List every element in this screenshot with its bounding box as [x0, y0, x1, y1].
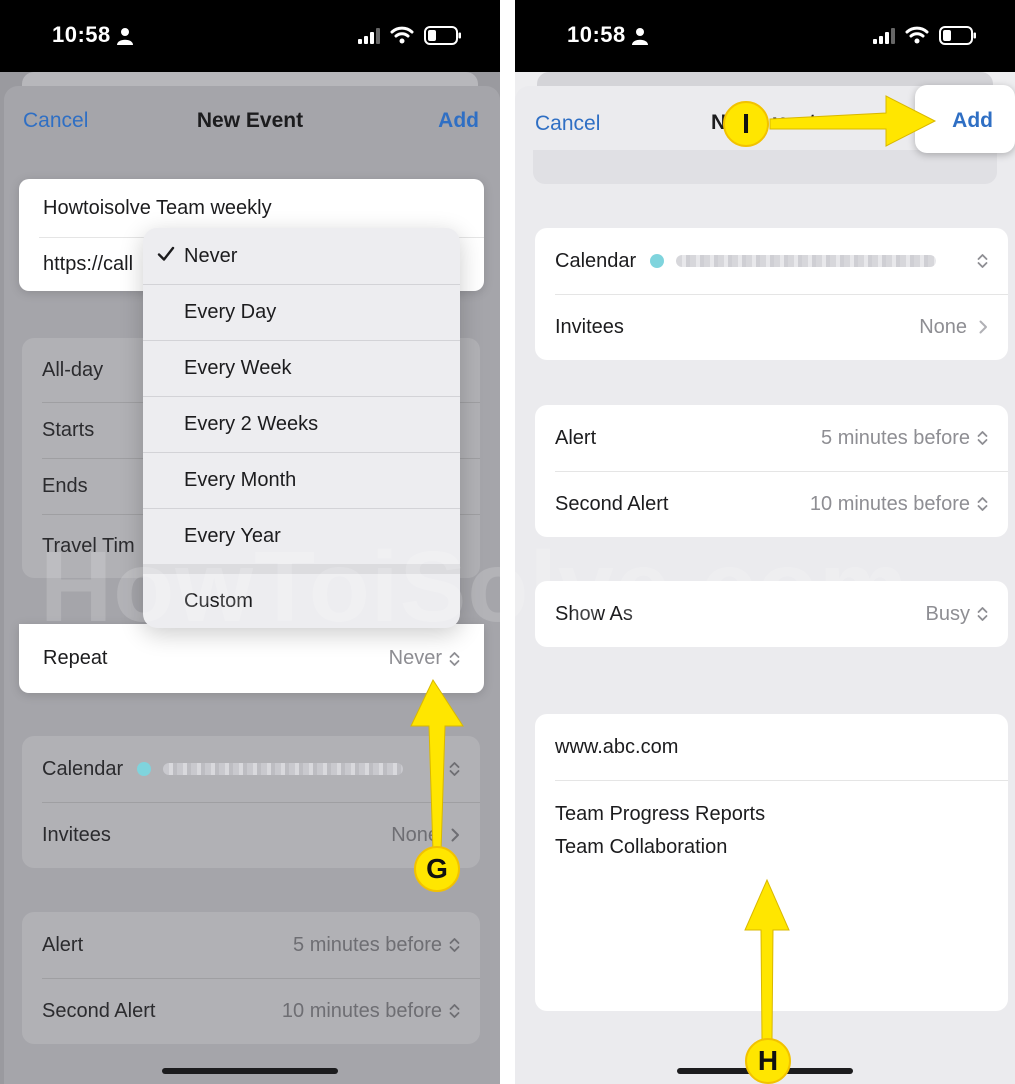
repeat-value: Never — [388, 647, 442, 669]
wifi-icon — [905, 26, 929, 44]
chevron-up-down-icon — [449, 1004, 460, 1018]
repeat-option-every-2-weeks[interactable]: Every 2 Weeks — [143, 396, 460, 452]
repeat-option-every-month[interactable]: Every Month — [143, 452, 460, 508]
url-text: www.abc.com — [555, 735, 679, 758]
url-field[interactable]: www.abc.com — [535, 714, 1008, 780]
event-url-text: https://call — [43, 252, 134, 275]
second-alert-label: Second Alert — [555, 492, 669, 515]
annotation-badge-i: I — [723, 101, 769, 147]
status-bar: 10:58 — [515, 0, 1015, 72]
repeat-option-label: Every Month — [184, 468, 297, 491]
show-as-value: Busy — [925, 602, 970, 625]
status-time: 10:58 — [567, 22, 626, 47]
invitees-row[interactable]: Invitees None — [22, 802, 480, 868]
cancel-button[interactable]: Cancel — [535, 112, 600, 136]
chevron-right-icon — [451, 828, 459, 842]
page-title: New Event — [196, 109, 304, 132]
status-time: 10:58 — [52, 22, 111, 47]
second-alert-label: Second Alert — [42, 999, 156, 1022]
alert-label: Alert — [42, 933, 84, 956]
add-button[interactable]: Add — [952, 109, 993, 133]
chevron-up-down-icon — [449, 762, 460, 776]
second-alert-row[interactable]: Second Alert 10 minutes before — [535, 471, 1008, 537]
calendar-label: Calendar — [555, 249, 637, 272]
alert-value: 5 minutes before — [293, 933, 442, 956]
repeat-option-every-day[interactable]: Every Day — [143, 284, 460, 340]
add-button[interactable]: Add — [438, 109, 479, 133]
annotation-badge-h: H — [745, 1038, 791, 1084]
invitees-label: Invitees — [42, 823, 111, 846]
calendar-account-redacted — [163, 763, 404, 775]
notes-line: Team Progress Reports — [555, 803, 766, 825]
alerts-card: Alert 5 minutes before Second Alert 10 m… — [22, 912, 480, 1044]
invitees-value: None — [391, 823, 439, 846]
annotation-badge-g: G — [414, 846, 460, 892]
calendar-color-dot — [650, 254, 665, 268]
calendar-row[interactable]: Calendar — [22, 736, 480, 802]
chevron-right-icon — [979, 320, 987, 334]
invitees-label: Invitees — [555, 315, 624, 338]
repeat-option-every-week[interactable]: Every Week — [143, 340, 460, 396]
chevron-up-down-icon — [977, 431, 988, 445]
invitees-value: None — [919, 315, 967, 338]
notes-line: Team Collaboration — [555, 836, 728, 858]
wifi-icon — [390, 26, 414, 44]
calendar-account-redacted — [676, 255, 937, 267]
ends-label: Ends — [42, 474, 88, 497]
person-icon — [632, 28, 648, 45]
calendar-card: Calendar Invitees None — [535, 228, 1008, 360]
notes-field[interactable]: Team Progress Reports Team Collaboration — [535, 780, 1008, 1011]
add-button-highlight[interactable]: Add — [915, 85, 1015, 153]
repeat-option-label: Every 2 Weeks — [184, 412, 319, 435]
second-alert-row[interactable]: Second Alert 10 minutes before — [22, 978, 480, 1044]
alert-value: 5 minutes before — [821, 426, 970, 449]
battery-icon — [424, 26, 461, 45]
alerts-card: Alert 5 minutes before Second Alert 10 m… — [535, 405, 1008, 537]
calendar-row[interactable]: Calendar — [535, 228, 1008, 294]
calendar-label: Calendar — [42, 757, 124, 780]
scrolled-card-edge — [533, 150, 997, 184]
signal-icon — [873, 28, 895, 44]
home-indicator — [162, 1068, 338, 1074]
starts-label: Starts — [42, 418, 95, 441]
chevron-up-down-icon — [977, 254, 988, 268]
alert-row[interactable]: Alert 5 minutes before — [22, 912, 480, 978]
calendar-color-dot — [137, 762, 152, 776]
event-title-text: Howtoisolve Team weekly — [43, 196, 272, 219]
repeat-option-never[interactable]: Never — [143, 228, 460, 284]
person-icon — [117, 28, 133, 45]
all-day-label: All-day — [42, 358, 104, 381]
checkmark-icon — [157, 246, 175, 261]
page-title-tail: vent — [773, 111, 817, 134]
url-notes-card: www.abc.com Team Progress Reports Team C… — [535, 714, 1008, 1011]
second-alert-value: 10 minutes before — [809, 492, 970, 515]
second-alert-value: 10 minutes before — [281, 999, 442, 1022]
calendar-card: Calendar Invitees None — [22, 736, 480, 868]
repeat-label: Repeat — [43, 647, 108, 669]
repeat-option-label: Every Day — [184, 300, 277, 323]
battery-icon — [939, 26, 976, 45]
repeat-option-label: Never — [184, 244, 238, 267]
chevron-up-down-icon — [449, 651, 460, 666]
alert-label: Alert — [555, 426, 597, 449]
signal-icon — [358, 28, 380, 44]
invitees-row[interactable]: Invitees None — [535, 294, 1008, 360]
chevron-up-down-icon — [449, 938, 460, 952]
alert-row[interactable]: Alert 5 minutes before — [535, 405, 1008, 471]
chevron-up-down-icon — [977, 607, 988, 621]
watermark: HowToiSolve.com — [40, 531, 909, 643]
chevron-up-down-icon — [977, 497, 988, 511]
status-bar: 10:58 — [0, 0, 500, 72]
repeat-option-label: Every Week — [184, 356, 292, 379]
